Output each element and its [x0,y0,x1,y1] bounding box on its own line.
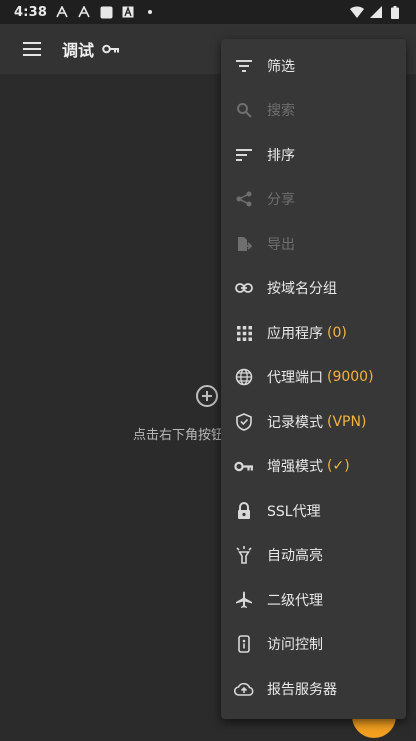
search-icon [233,99,255,121]
menu-item-label: 报告服务器 [267,682,337,698]
status-bar: 4:38 [0,0,416,24]
key-icon [233,455,255,477]
sort-icon [233,144,255,166]
menu-item-label: 二级代理 [267,593,323,609]
menu-item-label: 按域名分组 [267,281,337,297]
lock-icon [233,500,255,522]
menu-item-label: 记录模式 [267,415,323,431]
menu-item-group-by-domain[interactable]: 按域名分组 [221,266,406,310]
menu-item-value: (9000) [327,369,374,385]
key-icon [102,44,120,54]
menu-item-label: 搜索 [267,103,295,119]
menu-item-apps[interactable]: 应用程序 (0) [221,311,406,355]
menu-item-value: (✓) [327,458,350,474]
menu-item-label: 分享 [267,192,295,208]
menu-item-access-control[interactable]: 访问控制 [221,622,406,666]
access-control-icon [233,633,255,655]
menu-item-upstream-proxy[interactable]: 二级代理 [221,578,406,622]
globe-icon [233,366,255,388]
share-icon [233,188,255,210]
menu-item-record-mode[interactable]: 记录模式 (VPN) [221,400,406,444]
menu-item-filter[interactable]: 筛选 [221,44,406,88]
menu-item-sort[interactable]: 排序 [221,133,406,177]
font-a-icon [77,5,91,19]
menu-item-share[interactable]: 分享 [221,177,406,221]
menu-item-label: 增强模式 [267,459,323,475]
empty-state-text: 点击右下角按钮 [133,428,225,443]
menu-item-ssl-proxy[interactable]: SSL代理 [221,489,406,533]
menu-item-label: 应用程序 [267,326,323,342]
menu-item-value: (VPN) [327,414,367,430]
menu-item-auto-highlight[interactable]: 自动高亮 [221,533,406,577]
square-app-icon [99,5,113,19]
dot-icon [143,5,157,19]
menu-item-label: 排序 [267,148,295,164]
filter-icon [233,55,255,77]
menu-item-label: 代理端口 [267,370,323,386]
cloud-upload-icon [233,678,255,700]
battery-icon [388,5,402,19]
menu-item-label: 访问控制 [267,637,323,653]
app-title: 调试 [62,41,95,60]
overflow-menu: 筛选 搜索 排序 分享 导出 按域名分组 应用程序 (0) 代理端口 (9000… [221,39,406,719]
link-icon [233,277,255,299]
menu-item-label: 自动高亮 [267,548,323,564]
menu-item-search[interactable]: 搜索 [221,88,406,132]
menu-item-label: SSL代理 [267,504,321,520]
hamburger-icon[interactable] [16,33,48,65]
menu-item-enhanced-mode[interactable]: 增强模式 (✓) [221,444,406,488]
wifi-icon [350,5,364,19]
signal-icon [369,5,383,19]
menu-item-proxy-port[interactable]: 代理端口 (9000) [221,355,406,399]
menu-item-export[interactable]: 导出 [221,222,406,266]
export-icon [233,233,255,255]
font-a-icon [55,5,69,19]
menu-item-report-server[interactable]: 报告服务器 [221,667,406,711]
apps-grid-icon [233,322,255,344]
menu-item-value: (0) [327,325,347,341]
airplane-icon [233,589,255,611]
a-box-icon [121,5,135,19]
shield-icon [233,411,255,433]
menu-item-label: 筛选 [267,59,295,75]
menu-item-label: 导出 [267,237,295,253]
status-time: 4:38 [14,4,48,20]
highlight-icon [233,544,255,566]
add-circle-icon[interactable] [195,384,219,408]
